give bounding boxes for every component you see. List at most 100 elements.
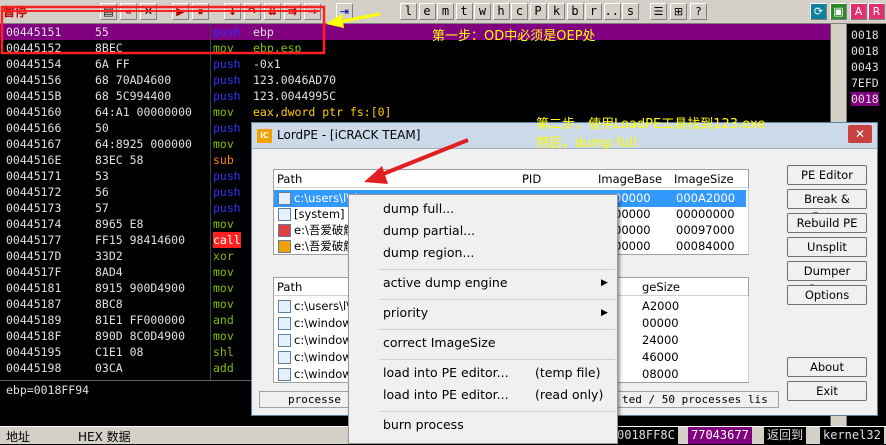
disasm-hex: 57 bbox=[95, 201, 109, 215]
stack-address: 0018FF8C bbox=[614, 427, 678, 444]
about-button[interactable]: About bbox=[787, 357, 867, 377]
module-size: 24000 bbox=[642, 333, 679, 347]
trace-into-icon[interactable]: ⇊ bbox=[264, 3, 281, 20]
break-enter-button[interactable]: Break & Enter bbox=[787, 189, 867, 224]
disasm-mnemonic: mov bbox=[213, 281, 234, 295]
pause-icon[interactable]: ⏸ bbox=[192, 3, 209, 20]
disasm-address: 00445171 bbox=[6, 169, 62, 183]
process-list-scrollbar[interactable] bbox=[748, 188, 762, 254]
toolbar-window-button[interactable]: k bbox=[548, 3, 565, 20]
execute-till-return-icon[interactable]: → bbox=[304, 3, 321, 20]
disasm-address: 0044516E bbox=[6, 153, 62, 167]
step-into-icon[interactable]: ↓ bbox=[224, 3, 241, 20]
lordpe-app-icon: iC bbox=[257, 129, 272, 143]
col-imagesize[interactable]: ImageSize bbox=[674, 172, 734, 186]
goto-icon[interactable]: ⇥ bbox=[336, 3, 353, 20]
disasm-operands: 123.0044995C bbox=[253, 89, 337, 103]
toolbar-window-button[interactable]: w bbox=[474, 3, 491, 20]
step-over-icon[interactable]: ↷ bbox=[244, 3, 261, 20]
disasm-row[interactable]: 00445156 68 70AD4600 push 123.0046AD70 bbox=[0, 72, 830, 88]
disasm-hex: 68 70AD4600 bbox=[95, 73, 172, 87]
windows-icon[interactable]: ⊞ bbox=[670, 3, 687, 20]
menu-load-pe-editor-temp[interactable]: load into PE editor... bbox=[383, 365, 509, 380]
options-button[interactable]: Options bbox=[787, 285, 867, 305]
toolbar-window-button[interactable]: e bbox=[418, 3, 436, 20]
process-icon bbox=[278, 240, 291, 253]
column-divider bbox=[210, 24, 211, 380]
disasm-mnemonic: push bbox=[213, 57, 241, 71]
module-size: A2000 bbox=[642, 299, 680, 313]
status-right: ted / 50 processes lis bbox=[622, 393, 768, 406]
toolbar-window-button[interactable]: l bbox=[400, 3, 417, 20]
menu-read-only-tag: (read only) bbox=[535, 387, 604, 402]
disasm-hex: 50 bbox=[95, 121, 109, 135]
disasm-mnemonic: push bbox=[213, 25, 241, 39]
toolbar-window-button[interactable]: ... bbox=[603, 3, 626, 20]
plugin-r-icon[interactable]: R bbox=[868, 3, 885, 20]
pe-editor-button[interactable]: PE Editor bbox=[787, 165, 867, 185]
help-icon[interactable]: ? bbox=[690, 3, 707, 20]
toolbar-window-button[interactable]: b bbox=[566, 3, 584, 20]
toolbar-window-button[interactable]: h bbox=[492, 3, 510, 20]
refresh-icon[interactable]: ⟳ bbox=[810, 3, 827, 20]
disasm-hex: 8AD4 bbox=[95, 265, 123, 279]
menu-dump-full[interactable]: dump full... bbox=[383, 201, 454, 216]
menu-separator bbox=[379, 329, 615, 330]
toolbar-window-button[interactable]: m bbox=[437, 3, 454, 20]
col-pid[interactable]: PID bbox=[522, 172, 541, 186]
restart-icon[interactable]: « bbox=[120, 3, 137, 20]
plugin-g-icon[interactable]: ▣ bbox=[830, 3, 847, 20]
process-imagebase: 00000 bbox=[614, 239, 651, 253]
trace-over-icon[interactable]: ⇉ bbox=[284, 3, 301, 20]
dumper-server-button[interactable]: Dumper Server bbox=[787, 261, 867, 296]
disasm-hex: 890D 8C0D4900 bbox=[95, 329, 186, 343]
close-icon[interactable]: ✕ bbox=[848, 125, 872, 143]
menu-active-dump-engine[interactable]: active dump engine bbox=[383, 275, 508, 290]
run-icon[interactable]: ▶ bbox=[172, 3, 189, 20]
disasm-hex: 68 5C994400 bbox=[95, 89, 172, 103]
plugin-a-icon[interactable]: A bbox=[850, 3, 867, 20]
toolbar-window-button[interactable]: s bbox=[622, 3, 639, 20]
lordpe-title: LordPE - [iCRACK TEAM] bbox=[277, 128, 421, 142]
unsplit-button[interactable]: Unsplit bbox=[787, 237, 867, 257]
mod-col-size[interactable]: geSize bbox=[642, 280, 680, 294]
col-imagebase[interactable]: ImageBase bbox=[598, 172, 662, 186]
disasm-row[interactable]: 0044515B 68 5C994400 push 123.0044995C bbox=[0, 88, 830, 104]
toolbar-window-button[interactable]: P bbox=[529, 3, 547, 20]
disasm-mnemonic: push bbox=[213, 121, 241, 135]
toolbar-window-button[interactable]: c bbox=[511, 3, 528, 20]
disasm-hex: 83EC 58 bbox=[95, 153, 144, 167]
rebuild-pe-button[interactable]: Rebuild PE bbox=[787, 213, 867, 233]
disasm-address: 00445156 bbox=[6, 73, 62, 87]
disasm-operands: ebp bbox=[253, 25, 274, 39]
disasm-address: 00445151 bbox=[6, 25, 62, 39]
menu-load-pe-editor-readonly[interactable]: load into PE editor... bbox=[383, 387, 509, 402]
menu-priority[interactable]: priority bbox=[383, 305, 428, 320]
disasm-hex: 33D2 bbox=[95, 249, 123, 263]
disasm-row[interactable]: 00445151 55 push ebp bbox=[0, 24, 830, 40]
step1-note: 第一步：OD中必须是OEP处 bbox=[432, 29, 596, 44]
mod-col-path[interactable]: Path bbox=[277, 280, 302, 294]
menu-correct-imagesize[interactable]: correct ImageSize bbox=[383, 335, 496, 350]
disasm-row[interactable]: 00445152 8BEC mov ebp,esp bbox=[0, 40, 830, 56]
open-icon[interactable]: ▤ bbox=[100, 3, 117, 20]
list-icon[interactable]: ☰ bbox=[650, 3, 667, 20]
close-process-icon[interactable]: ✕ bbox=[140, 3, 157, 20]
process-path: e:\吾爱破解 bbox=[294, 239, 355, 253]
disasm-operands: ebp,esp bbox=[253, 41, 302, 55]
menu-dump-region[interactable]: dump region... bbox=[383, 245, 474, 260]
disasm-address: 00445167 bbox=[6, 137, 62, 151]
disasm-hex: 8965 E8 bbox=[95, 217, 144, 231]
toolbar-window-button[interactable]: r bbox=[585, 3, 602, 20]
toolbar-window-button[interactable]: t bbox=[455, 3, 473, 20]
module-list-scrollbar[interactable] bbox=[748, 296, 762, 382]
col-path[interactable]: Path bbox=[277, 172, 302, 186]
status-left: processe bbox=[288, 393, 341, 406]
exit-button[interactable]: Exit bbox=[787, 381, 867, 401]
disasm-row[interactable]: 00445154 6A FF push -0x1 bbox=[0, 56, 830, 72]
module-icon bbox=[278, 317, 291, 330]
menu-separator bbox=[379, 269, 615, 270]
register-value: 7EFD bbox=[851, 76, 879, 90]
menu-burn-process[interactable]: burn process bbox=[383, 417, 464, 432]
menu-dump-partial[interactable]: dump partial... bbox=[383, 223, 475, 238]
